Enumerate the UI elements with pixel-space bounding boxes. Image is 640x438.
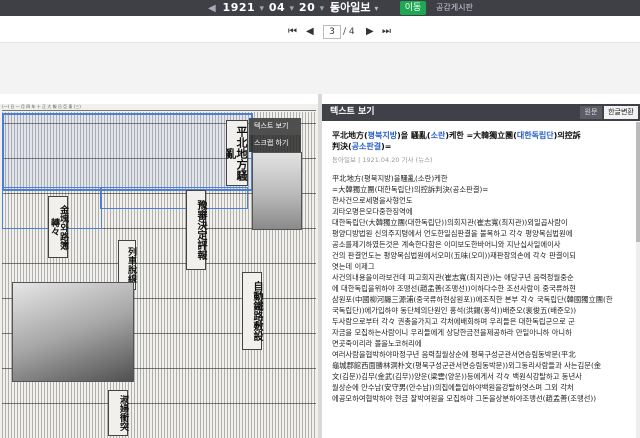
text-panel-body: 平北地方(평북지방)을 騷亂(소란)케한 =大韓獨立團(대한독립단)의控訴 判決… [322, 122, 636, 438]
chevron-down-icon: ▾ [374, 4, 379, 13]
title-text: )을 騷亂( [397, 131, 431, 140]
newspaper-select[interactable]: 동아일보 ▾ [330, 0, 378, 16]
title-text: 平北地方( [332, 131, 368, 140]
scrollbar-thumb[interactable] [636, 122, 640, 242]
title-text: )의控訴 [553, 131, 581, 140]
tab-hangul[interactable]: 한글변환 [604, 106, 638, 119]
headline-sub: 金塊와路簿轉々 [48, 196, 68, 258]
page-navigator: ⏮ ◀ 3 / 4 ▶ ⏭ [0, 22, 640, 43]
last-page-icon[interactable]: ⏭ [382, 24, 391, 40]
title-link[interactable]: 공소판결 [352, 142, 381, 151]
title-link[interactable]: 대한독립단 [517, 131, 554, 140]
tab-original[interactable]: 원문 [580, 106, 602, 119]
popup-scrap[interactable]: 스크랩 하기 [249, 135, 301, 152]
text-scrollbar[interactable] [636, 122, 640, 438]
title-text: )케한 =大韓獨立團( [445, 131, 517, 140]
article-title: 平北地方(평북지방)을 騷亂(소란)케한 =大韓獨立團(대한독립단)의控訴 判決… [332, 130, 632, 152]
headline-5: 淑婦衝突 [108, 390, 128, 436]
headline-2: 豫審決定評報 [186, 190, 206, 270]
first-page-icon[interactable]: ⏮ [288, 24, 297, 40]
toolbar-spacer [0, 43, 640, 94]
article-meta: 동아일보 | 1921.04.20 기사 (뉴스) [332, 156, 433, 164]
article-highlight[interactable] [100, 187, 248, 209]
title-link[interactable]: 평북지방 [368, 131, 397, 140]
title-link[interactable]: 소란 [431, 131, 446, 140]
prev-date-arrow[interactable]: ◀ [206, 3, 218, 14]
train-photo [12, 282, 134, 382]
context-popup: 텍스트 보기 스크랩 하기 [249, 118, 301, 152]
masthead: (一) 日 一 月 四 年 十 正 大 報 日 亞 東 (三) [2, 104, 316, 111]
newspaper-scan[interactable]: (一) 日 一 月 四 年 十 正 大 報 日 亞 東 (三) 平北地方騷亂 金… [0, 104, 318, 438]
text-panel-header: 텍스트 보기 원문 한글변환 [322, 104, 640, 121]
text-panel: 텍스트 보기 원문 한글변환 平北地方(평북지방)을 騷亂(소란)케한 =大韓獨… [322, 94, 640, 438]
article-highlight[interactable] [2, 113, 253, 191]
article-photo [252, 152, 302, 230]
article-body: 平北地方(평북지방)을騷亂(소란)케한 =大韓獨立團(대한독립단)의控訴判決(공… [332, 174, 613, 403]
board-link[interactable]: 공감게시판 [436, 0, 473, 16]
date-dropdown-icon[interactable]: ▾ [320, 4, 325, 14]
top-navigation-bar: ◀ 1921 ▾ 04 ▾ 20 ▾ ▶ 동아일보 ▾ 이동 공감게시판 [0, 0, 640, 16]
next-page-icon[interactable]: ▶ [366, 24, 374, 40]
date-dropdown-icon[interactable]: ▾ [260, 4, 265, 14]
popup-text-view[interactable]: 텍스트 보기 [249, 118, 301, 135]
month-field[interactable]: 04 [269, 1, 285, 14]
year-field[interactable]: 1921 [223, 1, 256, 14]
current-page-input[interactable]: 3 [323, 25, 341, 39]
text-panel-title: 텍스트 보기 [330, 107, 375, 117]
newspaper-name: 동아일보 [330, 1, 371, 14]
day-field[interactable]: 20 [299, 1, 315, 14]
viewer-area: (一) 日 一 月 四 年 十 正 大 報 日 亞 東 (三) 平北地方騷亂 金… [0, 94, 640, 438]
total-pages: / 4 [343, 27, 355, 37]
go-button[interactable]: 이동 [400, 1, 426, 15]
headline-main: 平北地方騷亂 [224, 120, 248, 186]
prev-page-icon[interactable]: ◀ [306, 24, 314, 40]
title-text: 判決( [332, 142, 352, 151]
date-selector: ◀ 1921 ▾ 04 ▾ 20 ▾ ▶ [206, 0, 341, 16]
title-text: )= [381, 142, 392, 151]
date-dropdown-icon[interactable]: ▾ [290, 4, 295, 14]
headline-4: 自動鐵路敷設 [242, 272, 262, 350]
